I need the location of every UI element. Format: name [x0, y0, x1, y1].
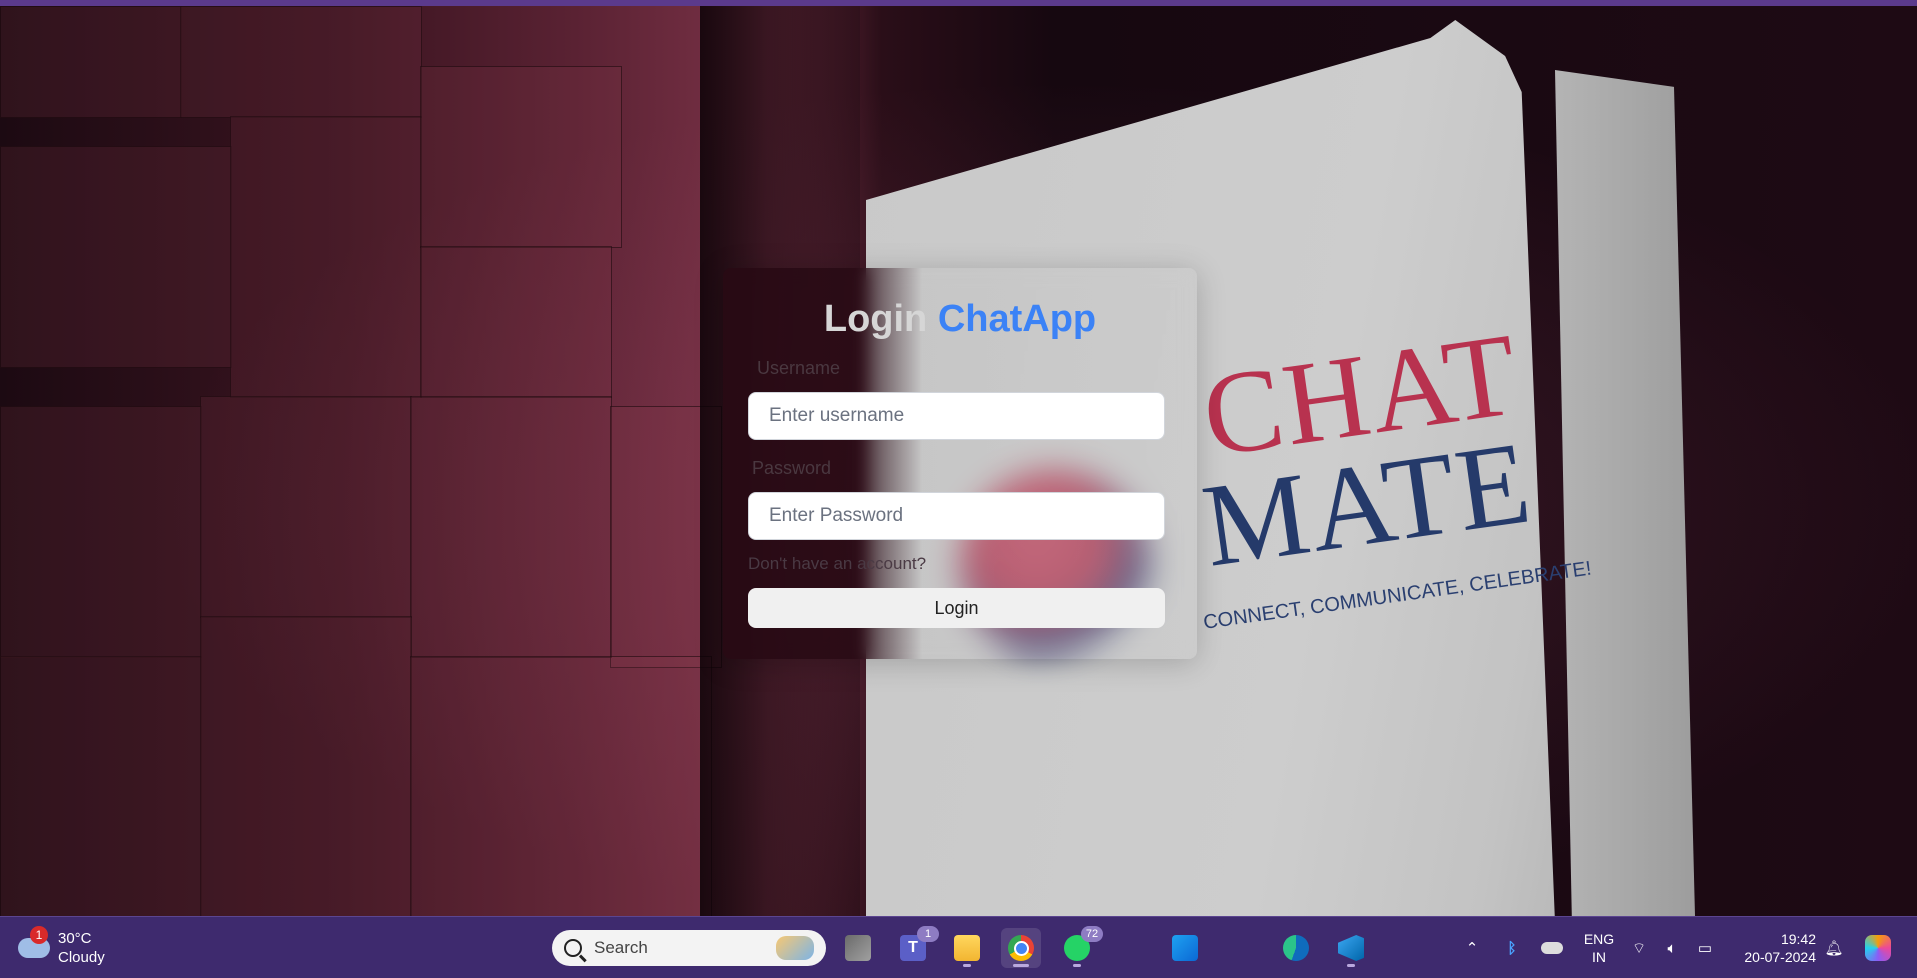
- onedrive-cloud-icon: [1541, 942, 1563, 954]
- region-code: IN: [1592, 949, 1606, 965]
- folder-icon: [954, 935, 980, 961]
- chrome-icon: [1008, 935, 1034, 961]
- chatmate-sign-side: [1555, 70, 1695, 916]
- taskbar-app-chrome[interactable]: [1001, 928, 1041, 968]
- running-indicator: [963, 964, 971, 967]
- search-label: Search: [594, 938, 648, 957]
- whatsapp-badge: 72: [1081, 926, 1103, 942]
- username-input[interactable]: [748, 392, 1165, 440]
- clock-date: 20-07-2024: [1744, 949, 1816, 965]
- volume-icon: 🔈︎: [1667, 939, 1677, 957]
- clock-time: 19:42: [1780, 931, 1816, 947]
- running-indicator: [1073, 964, 1081, 967]
- chevron-up-icon: ⌃: [1465, 940, 1479, 957]
- onedrive-tray[interactable]: [1536, 931, 1568, 965]
- signup-link[interactable]: Don't have an account?: [748, 554, 926, 574]
- username-label: Username: [757, 358, 841, 378]
- show-hidden-icons-button[interactable]: ⌃: [1460, 931, 1484, 965]
- login-title-brand: ChatApp: [937, 298, 1097, 340]
- login-button[interactable]: Login: [748, 588, 1165, 628]
- taskbar-app-store[interactable]: [1165, 928, 1205, 968]
- taskbar-app-whatsapp[interactable]: 72: [1057, 926, 1103, 968]
- language-indicator[interactable]: ENG IN: [1582, 930, 1616, 966]
- taskbar-app-task-view[interactable]: [838, 928, 878, 968]
- teams-badge: 1: [917, 926, 939, 942]
- weather-widget[interactable]: 1 30°C Cloudy: [18, 926, 128, 970]
- wifi-icon: ⌔: [1632, 939, 1647, 957]
- copilot-icon: [1865, 935, 1891, 961]
- notifications-button[interactable]: 🔔︎: [1822, 931, 1846, 965]
- taskbar-app-teams[interactable]: T 1: [893, 926, 939, 968]
- cloud-icon: 1: [18, 926, 50, 958]
- password-input[interactable]: [748, 492, 1165, 540]
- running-indicator: [1347, 964, 1355, 967]
- copilot-button[interactable]: [1862, 931, 1894, 965]
- login-title: Login ChatApp: [723, 298, 1197, 341]
- taskbar-app-file-explorer[interactable]: [947, 928, 987, 968]
- login-title-prefix: Login: [823, 298, 928, 340]
- bluetooth-tray[interactable]: ᛒ: [1500, 931, 1524, 965]
- task-view-icon: [845, 935, 871, 961]
- vscode-icon: [1338, 935, 1364, 961]
- bluetooth-icon: ᛒ: [1507, 939, 1517, 957]
- battery-icon: ▭: [1697, 940, 1712, 957]
- system-tray-status[interactable]: ⌔ 🔈︎ ▭: [1632, 931, 1712, 965]
- bell-icon: 🔔︎: [1824, 940, 1844, 957]
- weather-condition: Cloudy: [58, 949, 105, 966]
- store-icon: [1172, 935, 1198, 961]
- search-highlight-icon: [776, 936, 814, 960]
- login-card: Login ChatApp Username Password Don't ha…: [723, 268, 1197, 659]
- taskbar-app-vscode[interactable]: [1331, 928, 1371, 968]
- taskbar-app-edge[interactable]: [1276, 928, 1316, 968]
- password-label: Password: [752, 458, 832, 478]
- taskbar: 1 30°C Cloudy Search T 1 72 ⌃ ᛒ ENG IN ⌔…: [0, 916, 1917, 978]
- active-indicator: [1013, 964, 1029, 967]
- clock[interactable]: 19:42 20-07-2024: [1730, 930, 1816, 966]
- taskbar-search[interactable]: Search: [552, 930, 826, 966]
- start-button[interactable]: [503, 932, 535, 964]
- edge-icon: [1283, 935, 1309, 961]
- language-code: ENG: [1583, 931, 1615, 947]
- weather-alert-badge: 1: [30, 926, 48, 944]
- search-icon: [564, 939, 582, 957]
- weather-temp: 30°C: [58, 930, 92, 947]
